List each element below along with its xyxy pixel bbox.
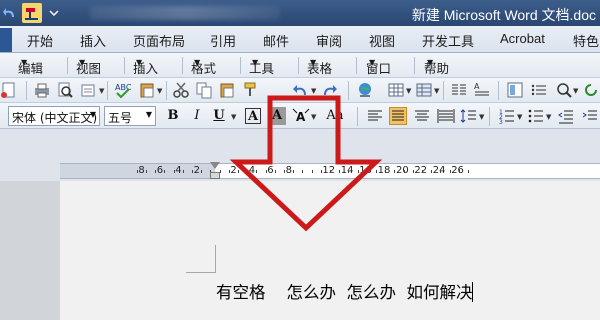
red-down-arrow-icon — [229, 95, 383, 232]
